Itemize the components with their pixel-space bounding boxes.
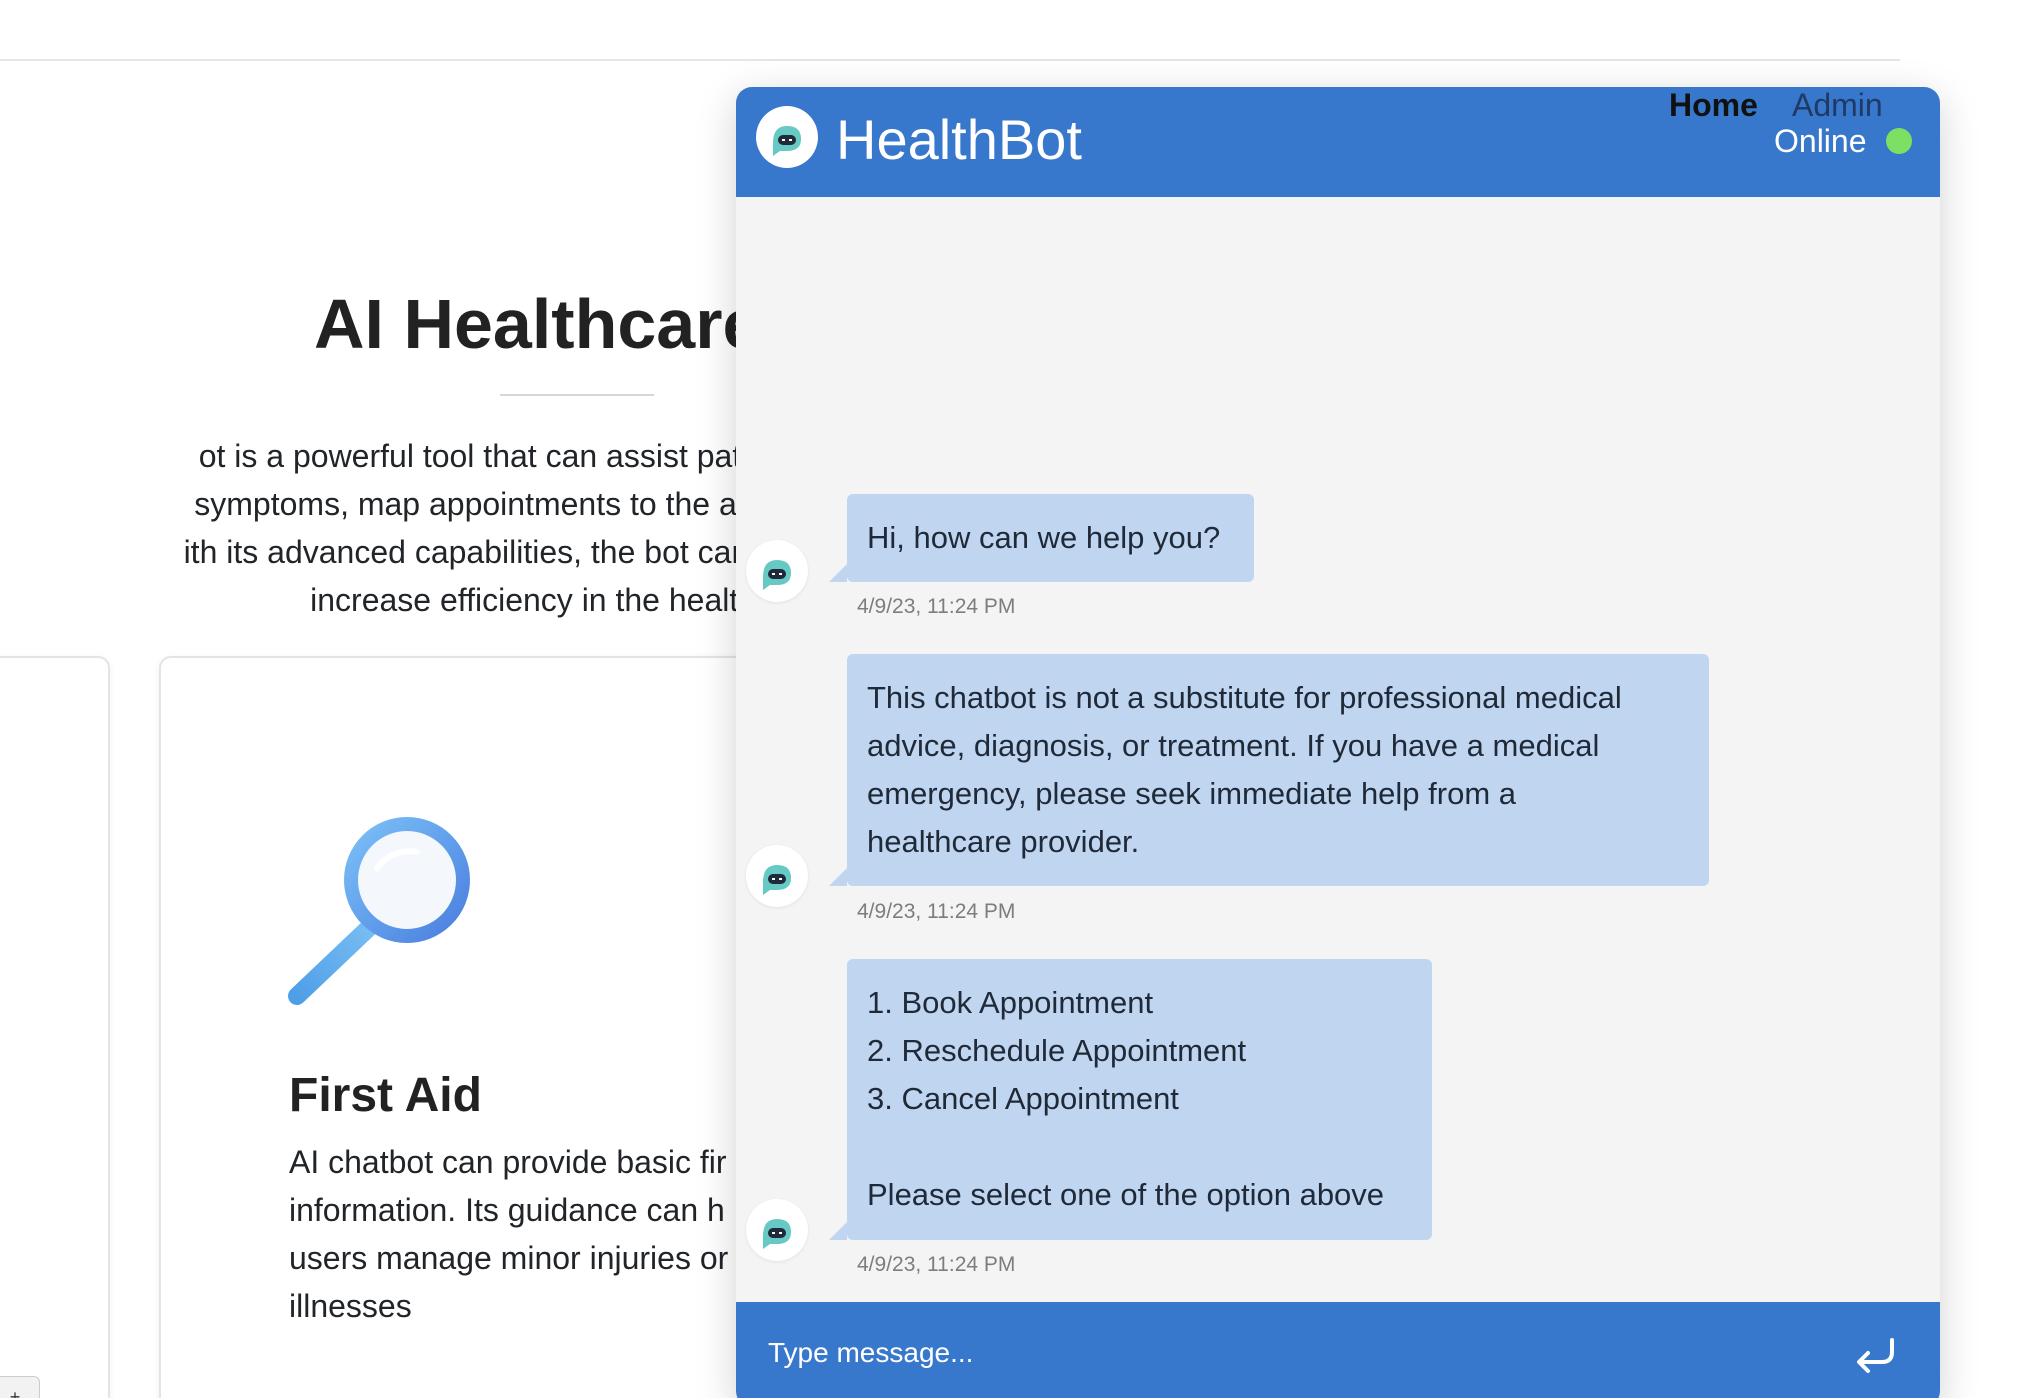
- bot-message-bubble: This chatbot is not a substitute for pro…: [829, 654, 1709, 886]
- menu-option: 1. Book Appointment: [867, 985, 1154, 1020]
- message-line: healthcare provider.: [867, 824, 1140, 859]
- message-line: Please select one of the option above: [867, 1177, 1385, 1212]
- message-line: Hi, how can we help you?: [867, 520, 1221, 555]
- card-title: First Aid: [289, 1069, 482, 1122]
- message-timestamp: 4/9/23, 11:24 PM: [857, 900, 1016, 923]
- feature-card-left: [0, 656, 110, 1398]
- message-input[interactable]: [766, 1324, 1830, 1382]
- bot-message-bubble: 1. Book Appointment 2. Reschedule Appoin…: [829, 959, 1432, 1240]
- chat-header: HealthBot Home Admin Online: [736, 87, 1940, 197]
- bot-avatar: [746, 540, 808, 602]
- nav-home-link[interactable]: Home: [1669, 87, 1758, 124]
- chatbot-robot-icon: [763, 865, 791, 895]
- message-timestamp: 4/9/23, 11:24 PM: [857, 1253, 1016, 1276]
- chatbot-robot-icon: [763, 1219, 791, 1249]
- bot-message-bubble: Hi, how can we help you?: [829, 494, 1254, 582]
- corner-tab[interactable]: +: [0, 1376, 40, 1398]
- online-status-dot: [1886, 128, 1912, 154]
- status-text: Online: [1774, 123, 1867, 159]
- message-line: This chatbot is not a substitute for pro…: [867, 680, 1622, 715]
- chat-input-bar: [736, 1302, 1940, 1398]
- magnifier-icon: [288, 817, 470, 1005]
- chat-title: HealthBot: [836, 108, 1082, 171]
- menu-option: 2. Reschedule Appointment: [867, 1033, 1247, 1068]
- nav-admin-link[interactable]: Admin: [1792, 87, 1883, 124]
- hero-title: AI Healthcare: [314, 285, 762, 363]
- message-line: advice, diagnosis, or treatment. If you …: [867, 728, 1600, 763]
- message-timestamp: 4/9/23, 11:24 PM: [857, 595, 1016, 618]
- menu-option: 3. Cancel Appointment: [867, 1081, 1179, 1116]
- hero-divider: [500, 394, 654, 396]
- chat-widget: HealthBot Home Admin Online Hi, how can …: [736, 87, 1940, 1398]
- chatbot-robot-icon: [763, 560, 791, 590]
- message-line: emergency, please seek immediate help fr…: [867, 776, 1517, 811]
- bot-avatar: [746, 1199, 808, 1261]
- enter-arrow-icon[interactable]: [1852, 1330, 1900, 1378]
- bot-avatar: [746, 845, 808, 907]
- top-divider: [0, 59, 1900, 61]
- chatbot-robot-icon: [756, 106, 818, 168]
- page: AI Healthcare ot is a powerful tool that…: [0, 0, 2034, 1398]
